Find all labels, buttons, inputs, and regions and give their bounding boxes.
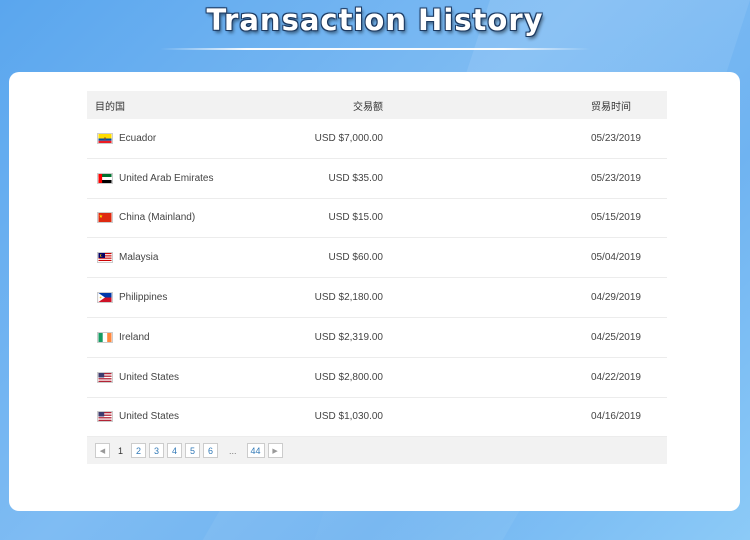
amount-cell: USD $35.00 [328, 172, 383, 184]
china-flag-icon [97, 212, 113, 224]
country-name: United States [119, 411, 180, 423]
table-row: United States USD $2,800.00 04/22/2019 [87, 358, 667, 398]
destination-cell: Philippines [87, 292, 252, 304]
table-row: United Arab Emirates USD $35.00 05/23/20… [87, 159, 667, 199]
page-button[interactable]: 4 [167, 443, 182, 459]
destination-cell: Malaysia [87, 252, 252, 264]
destination-cell: China (Mainland) [87, 212, 252, 224]
amount-cell: USD $2,319.00 [314, 331, 383, 343]
next-page-button[interactable]: ▶ [267, 443, 283, 459]
chevron-left-icon: ◀ [99, 447, 106, 455]
country-name: Philippines [119, 292, 168, 304]
page-button[interactable]: 2 [131, 443, 146, 459]
ecuador-flag-icon [97, 132, 113, 144]
current-page: 1 [117, 445, 123, 456]
country-name: United States [119, 371, 180, 383]
transaction-table: 目的国 交易额 贸易时间 Ecuador USD $7,000.00 05/23… [87, 91, 667, 465]
country-name: United Arab Emirates [119, 172, 214, 184]
last-page-button[interactable]: 44 [246, 443, 265, 459]
country-name: Ireland [119, 331, 150, 343]
table-row: Malaysia USD $60.00 05/04/2019 [87, 238, 667, 279]
date-cell: 04/16/2019 [590, 411, 641, 423]
column-header-destination: 目的国 [95, 101, 125, 113]
page-title: Transaction History [206, 3, 544, 37]
page-button[interactable]: 5 [185, 443, 200, 459]
ireland-flag-icon [97, 331, 113, 343]
destination-cell: United States [87, 411, 252, 423]
date-cell: 04/22/2019 [590, 371, 641, 383]
transaction-card: 目的国 交易额 贸易时间 Ecuador USD $7,000.00 05/23… [9, 72, 740, 511]
column-header-date: 贸易时间 [591, 101, 631, 113]
amount-cell: USD $60.00 [328, 252, 383, 264]
table-row: United States USD $1,030.00 04/16/2019 [87, 398, 667, 438]
pagination-ellipsis: ... [229, 445, 237, 456]
table-row: Philippines USD $2,180.00 04/29/2019 [87, 278, 667, 318]
pagination: ◀ 1 2 3 4 5 6 ... 44 ▶ [87, 437, 667, 465]
date-cell: 05/15/2019 [590, 212, 641, 224]
date-cell: 05/04/2019 [590, 252, 641, 264]
date-cell: 05/23/2019 [590, 132, 641, 144]
country-name: Malaysia [119, 252, 159, 264]
amount-cell: USD $1,030.00 [314, 411, 383, 423]
date-cell: 04/25/2019 [590, 331, 641, 343]
table-header: 目的国 交易额 贸易时间 [87, 91, 667, 119]
table-row: Ecuador USD $7,000.00 05/23/2019 [87, 119, 667, 159]
destination-cell: Ecuador [87, 132, 252, 144]
column-header-amount: 交易额 [353, 101, 383, 113]
amount-cell: USD $7,000.00 [314, 132, 383, 144]
chevron-right-icon: ▶ [272, 447, 278, 455]
destination-cell: Ireland [87, 331, 252, 343]
destination-cell: United States [87, 371, 252, 383]
amount-cell: USD $2,180.00 [314, 292, 383, 304]
table-row: China (Mainland) USD $15.00 05/15/2019 [87, 199, 667, 239]
country-name: Ecuador [119, 132, 157, 144]
usa-flag-icon [97, 371, 113, 383]
country-name: China (Mainland) [119, 212, 196, 224]
malaysia-flag-icon [97, 252, 113, 264]
date-cell: 05/23/2019 [590, 172, 641, 184]
table-row: Ireland USD $2,319.00 04/25/2019 [87, 318, 667, 358]
title-divider [160, 48, 590, 50]
prev-page-button[interactable]: ◀ [95, 443, 110, 459]
amount-cell: USD $15.00 [328, 212, 383, 224]
usa-flag-icon [97, 411, 113, 423]
amount-cell: USD $2,800.00 [314, 371, 383, 383]
page-button[interactable]: 6 [203, 443, 218, 459]
page-button[interactable]: 3 [149, 443, 164, 459]
date-cell: 04/29/2019 [590, 292, 641, 304]
philippines-flag-icon [97, 292, 113, 304]
destination-cell: United Arab Emirates [87, 172, 252, 184]
uae-flag-icon [97, 172, 113, 184]
